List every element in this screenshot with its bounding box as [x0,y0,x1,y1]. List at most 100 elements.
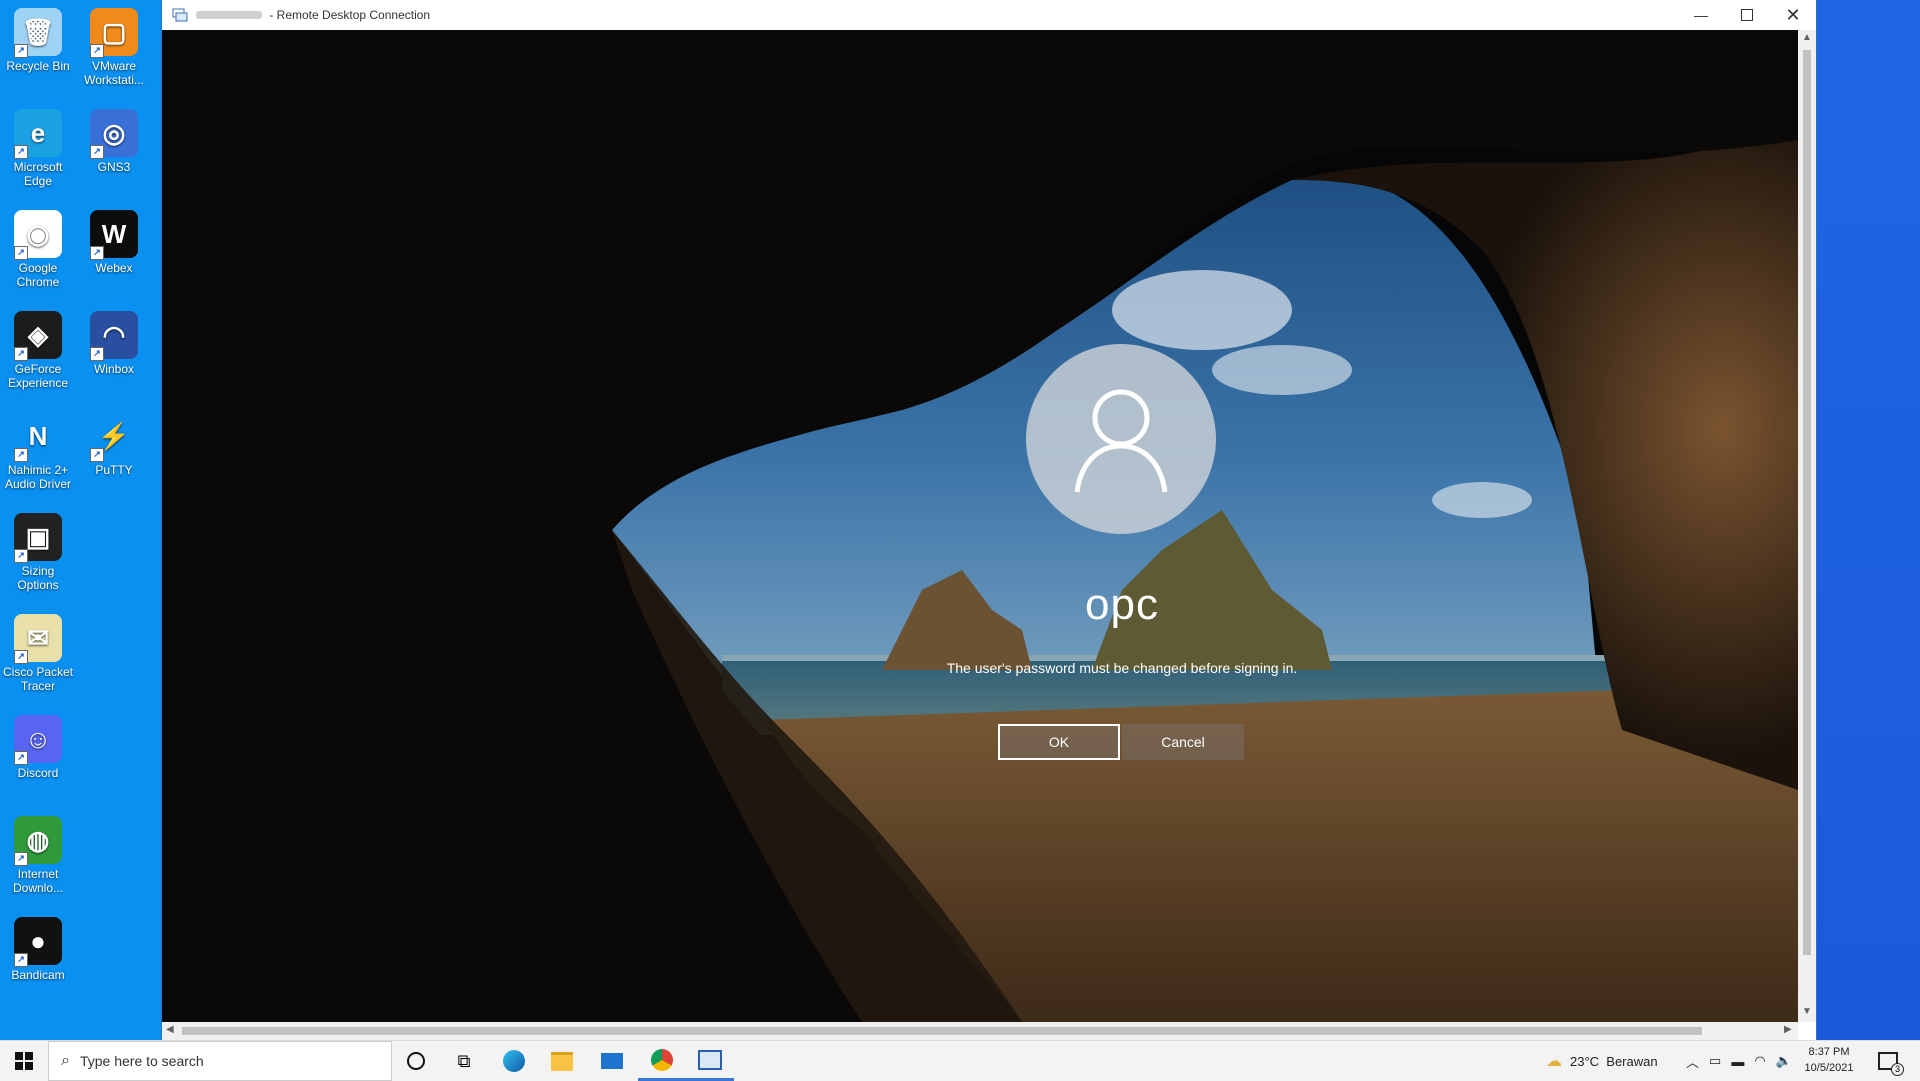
chrome-icon [651,1048,673,1071]
redacted-host-name [196,11,262,19]
remote-lock-screen: opc The user's password must be changed … [162,30,1798,1022]
scroll-up-icon[interactable]: ▲ [1802,32,1812,43]
battery-icon[interactable]: ▬ [1731,1054,1744,1069]
login-username: opc [1085,580,1159,629]
remote-desktop-icon [698,1049,722,1070]
winbox-desktop-icon: ◠ ↗ [90,311,138,361]
lock-screen-wallpaper [162,30,1798,1022]
desktop-shortcut[interactable]: W ↗ Webex [76,206,152,298]
taskbar-remote-desktop[interactable] [686,1041,734,1081]
shortcut-arrow-icon: ↗ [90,44,104,58]
taskbar-chrome[interactable] [638,1041,686,1081]
cancel-button[interactable]: Cancel [1122,724,1244,760]
desktop-shortcut[interactable]: ● ↗ Bandicam [0,913,76,1005]
taskbar-search-box[interactable]: ⌕ Type here to search [48,1041,392,1081]
sizing-options-desktop-icon: ▣ ↗ [14,513,62,563]
scroll-left-icon[interactable]: ◀ [166,1024,174,1035]
internet-download-manager-desktop-icon: ◍ ↗ [14,816,62,866]
cisco-packet-tracer-desktop-icon: ✉ ↗ [14,614,62,664]
shortcut-arrow-icon: ↗ [14,448,28,462]
minimize-button[interactable]: — [1678,0,1724,30]
show-hidden-icons-icon[interactable]: ︿ [1686,1052,1699,1071]
desktop-shortcut-label: PuTTY [95,463,133,477]
desktop-shortcut-label: GeForce Experience [7,362,69,390]
taskbar-edge[interactable] [490,1041,538,1081]
desktop-shortcut-label: Winbox [93,362,134,376]
desktop-shortcut-label: Nahimic 2+ Audio Driver [4,463,72,491]
desktop-shortcut-label: Cisco Packet Tracer [2,665,74,693]
task-view-icon: ⧉ [457,1050,471,1071]
shortcut-arrow-icon: ↗ [90,347,104,361]
desktop-shortcut[interactable]: N ↗ Nahimic 2+ Audio Driver [0,408,76,500]
close-icon: ✕ [1785,4,1801,25]
desktop-shortcut[interactable]: ☺ ↗ Discord [0,711,76,803]
shortcut-arrow-icon: ↗ [14,246,28,260]
close-button[interactable]: ✕ [1770,0,1816,30]
search-placeholder: Type here to search [79,1053,204,1069]
weather-cloud-icon: ☁ [1546,1053,1562,1070]
taskbar-file-explorer[interactable] [538,1041,586,1081]
shortcut-arrow-icon: ↗ [14,650,28,664]
gns3-desktop-icon: ◎ ↗ [90,109,138,159]
clock-date: 10/5/2021 [1804,1062,1854,1074]
shortcut-arrow-icon: ↗ [14,852,28,866]
horizontal-scroll-thumb[interactable] [182,1027,1702,1035]
shortcut-arrow-icon: ↗ [14,347,28,361]
action-center-button[interactable]: 3 [1868,1041,1908,1081]
desktop-shortcut[interactable]: ◍ ↗ Internet Downlo... [0,812,76,904]
bandicam-desktop-icon: ● ↗ [14,917,62,967]
wifi-icon[interactable]: ◠ [1754,1053,1765,1069]
shortcut-arrow-icon: ↗ [14,549,28,563]
volume-icon[interactable]: 🔈 [1776,1053,1792,1069]
shortcut-arrow-icon: ↗ [14,145,28,159]
desktop-shortcut[interactable]: ▢ ↗ VMware Workstati... [76,4,152,96]
user-avatar [1026,344,1216,534]
shortcut-arrow-icon: ↗ [90,448,104,462]
desktop-shortcut[interactable]: ◉ ↗ Google Chrome [0,206,76,298]
webex-desktop-icon: W ↗ [90,210,138,260]
taskbar-mail[interactable] [588,1041,636,1081]
window-title-separator: - [266,8,277,22]
minimize-icon: — [1694,7,1708,23]
remote-desktop-app-icon [172,8,188,22]
clock-time: 8:37 PM [1808,1046,1850,1058]
cortana-icon [407,1052,425,1070]
maximize-button[interactable] [1724,0,1770,30]
scroll-down-icon[interactable]: ▼ [1802,1006,1812,1017]
meet-now-icon[interactable]: ▭ [1709,1053,1721,1069]
system-tray-icons: ︿ ▭ ▬ ◠ 🔈 [1686,1041,1792,1081]
horizontal-scrollbar[interactable]: ◀ ▶ [162,1022,1798,1040]
desktop-shortcut[interactable]: ◈ ↗ GeForce Experience [0,307,76,399]
desktop-shortcut[interactable]: ⚡ ↗ PuTTY [76,408,152,500]
desktop-shortcut-label: Microsoft Edge [13,160,63,188]
ok-button[interactable]: OK [998,724,1120,760]
desktop-shortcut-label: Webex [95,261,133,275]
chrome-desktop-icon: ◉ ↗ [14,210,62,260]
desktop-shortcut-label: Bandicam [11,968,65,982]
scroll-right-icon[interactable]: ▶ [1784,1024,1792,1035]
password-change-message: The user's password must be changed befo… [946,660,1298,676]
task-view-button[interactable]: ⧉ [440,1041,488,1081]
desktop-shortcut[interactable]: ◎ ↗ GNS3 [76,105,152,197]
desktop-shortcut[interactable]: ◠ ↗ Winbox [76,307,152,399]
desktop-shortcut[interactable]: 🗑 ↗ Recycle Bin [0,4,76,96]
discord-desktop-icon: ☺ ↗ [14,715,62,765]
desktop-shortcut[interactable]: ✉ ↗ Cisco Packet Tracer [0,610,76,702]
vertical-scrollbar[interactable]: ▲ ▼ [1798,30,1816,1022]
putty-desktop-icon: ⚡ ↗ [90,412,138,462]
weather-widget[interactable]: ☁ 23°C Berawan [1546,1041,1658,1081]
window-titlebar[interactable]: - Remote Desktop Connection — ✕ [162,0,1816,30]
taskbar-clock[interactable]: 8:37 PM 10/5/2021 [1794,1044,1864,1076]
recycle-bin-icon: 🗑 ↗ [14,8,62,58]
desktop-shortcut[interactable]: ▣ ↗ Sizing Options [0,509,76,601]
edge-icon [503,1050,525,1072]
vertical-scroll-thumb[interactable] [1803,50,1811,955]
desktop-shortcut[interactable]: e ↗ Microsoft Edge [0,105,76,197]
shortcut-arrow-icon: ↗ [14,44,28,58]
search-icon: ⌕ [61,1052,70,1069]
vmware-desktop-icon: ▢ ↗ [90,8,138,58]
notification-count-badge: 3 [1891,1063,1904,1076]
cortana-button[interactable] [392,1041,440,1081]
start-button[interactable] [0,1041,48,1081]
desktop-shortcut-label: Google Chrome [16,261,60,289]
